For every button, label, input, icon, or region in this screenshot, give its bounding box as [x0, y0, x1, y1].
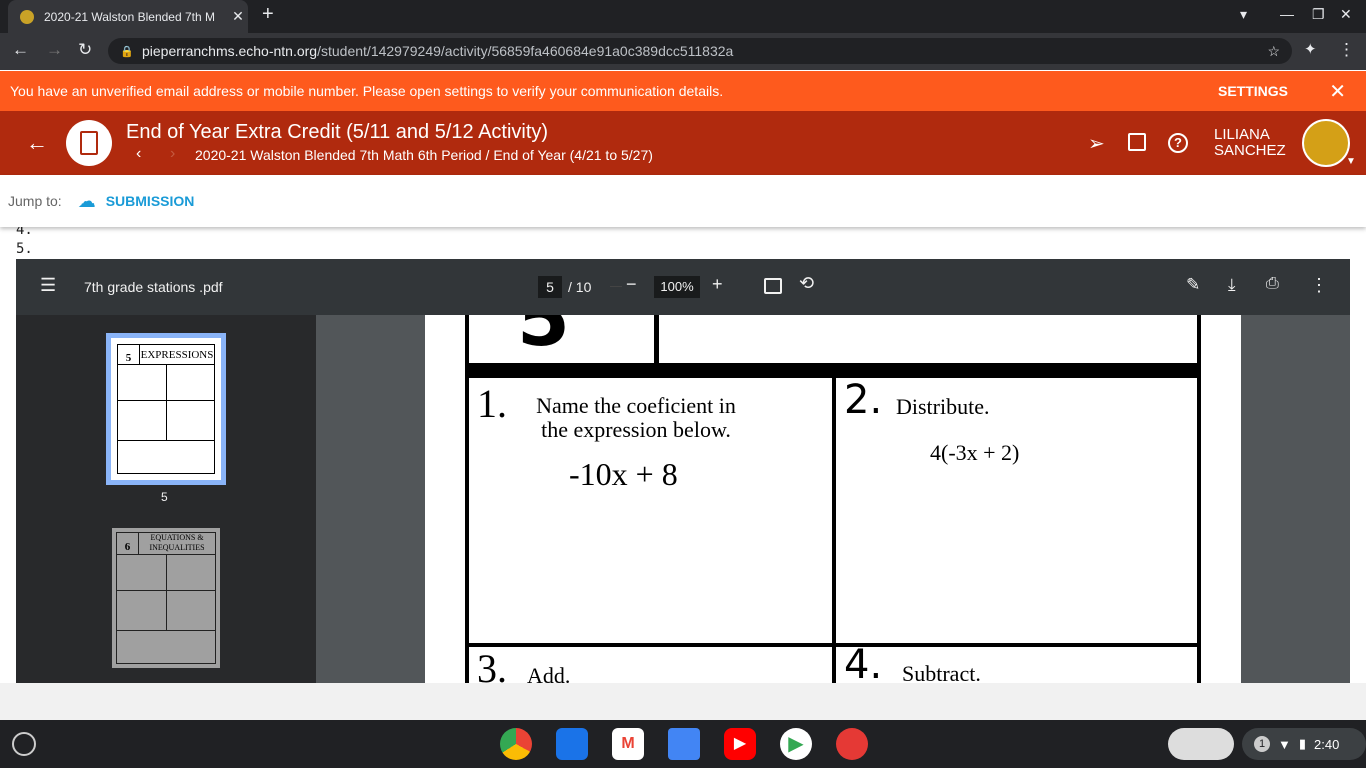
back-icon[interactable]: ←	[12, 40, 29, 60]
user-first-name: LILIANA	[1214, 126, 1270, 143]
gmail-icon[interactable]: M	[612, 728, 644, 760]
question-text: Distribute.	[896, 394, 990, 419]
thumbnail-page-6[interactable]: 6 EQUATIONS & INEQUALITIES	[112, 528, 220, 668]
close-window-icon[interactable]: ✕	[1340, 6, 1352, 23]
bookmark-star-icon[interactable]: ☆	[1267, 43, 1280, 60]
holding-space-icon[interactable]	[1168, 728, 1234, 760]
zoom-in-icon[interactable]: +	[712, 274, 723, 295]
page-bottom	[0, 683, 1366, 720]
fit-page-icon[interactable]	[764, 278, 782, 294]
pdf-toolbar: ☰ 7th grade stations .pdf 5 / 10 − 100% …	[16, 259, 1350, 315]
thumbnail-page-5[interactable]: 5 EXPRESSIONS	[106, 333, 226, 485]
question-3-box: 3. Add.	[465, 643, 836, 683]
question-expression: -10x + 8	[569, 456, 678, 492]
new-tab-button[interactable]: +	[262, 3, 274, 26]
jump-to-label: Jump to:	[8, 193, 62, 209]
close-banner-icon[interactable]: ✕	[1329, 79, 1346, 104]
list-number: 5.	[16, 241, 33, 257]
notes-icon[interactable]	[1128, 133, 1146, 151]
status-tray[interactable]: 1 ▼ ▮ 2:40	[1242, 728, 1366, 760]
notification-count: 1	[1254, 736, 1270, 752]
url-path: /student/142979249/activity/56859fa46068…	[317, 43, 734, 59]
question-text: Subtract.	[902, 661, 981, 683]
files-icon[interactable]	[556, 728, 588, 760]
chrome-icon[interactable]	[500, 728, 532, 760]
address-bar[interactable]: 🔒 pieperranchms.echo-ntn.org/student/1429…	[108, 38, 1292, 64]
menu-icon[interactable]: ⋮	[1338, 40, 1355, 60]
user-name[interactable]: LILIANA SANCHEZ	[1214, 127, 1286, 159]
play-store-icon[interactable]: ▶	[780, 728, 812, 760]
thumb-station: 6	[117, 533, 139, 554]
help-icon[interactable]: ?	[1168, 133, 1188, 153]
minimize-icon[interactable]: —	[1280, 6, 1294, 22]
user-last-name: SANCHEZ	[1214, 142, 1286, 159]
question-1-box: 1. Name the coeficient in the expression…	[465, 374, 836, 647]
question-number: 4.	[844, 642, 883, 683]
favicon-icon	[20, 9, 34, 24]
jump-to-bar: Jump to: ☁ SUBMISSION	[0, 175, 1366, 227]
question-number: 1.	[477, 381, 507, 426]
settings-link[interactable]: SETTINGS	[1218, 83, 1288, 99]
user-menu-caret-icon[interactable]: ▼	[1346, 156, 1356, 167]
station-title-box	[655, 315, 1201, 367]
question-2-box: 2. Distribute. 4(-3x + 2)	[832, 374, 1201, 647]
extensions-icon[interactable]: ✦	[1304, 40, 1317, 58]
thumb-title: EQUATIONS & INEQUALITIES	[149, 533, 205, 552]
thumbnail-label: 5	[161, 490, 168, 504]
next-activity-icon[interactable]: ›	[170, 145, 175, 163]
page-number-input[interactable]: 5	[538, 276, 562, 298]
pdf-viewer: ☰ 7th grade stations .pdf 5 / 10 − 100% …	[16, 259, 1350, 683]
pdf-filename: 7th grade stations .pdf	[84, 279, 223, 295]
station-number-box: 5	[465, 315, 657, 367]
wifi-icon: ▼	[1278, 736, 1291, 752]
rotate-icon[interactable]: ⟲	[799, 273, 814, 294]
thumb-title: EXPRESSIONS	[140, 349, 214, 361]
url-host: pieperranchms.echo-ntn.org	[142, 43, 318, 59]
restore-icon[interactable]: ❐	[1312, 6, 1325, 23]
forward-icon[interactable]: →	[46, 40, 63, 60]
clock: 2:40	[1314, 736, 1340, 752]
close-tab-icon[interactable]: ✕	[228, 8, 248, 25]
tab-search-icon[interactable]: ▾	[1240, 6, 1247, 23]
question-4-box: 4. Subtract.	[832, 643, 1201, 683]
breadcrumb[interactable]: 2020-21 Walston Blended 7th Math 6th Per…	[195, 147, 653, 163]
avatar[interactable]	[1302, 119, 1350, 167]
battery-icon: ▮	[1298, 736, 1307, 751]
more-options-icon[interactable]: ⋮	[1310, 275, 1328, 296]
prev-activity-icon[interactable]: ‹	[136, 145, 141, 163]
docs-icon[interactable]	[668, 728, 700, 760]
page-total: / 10	[568, 279, 592, 295]
zoom-input[interactable]: 100%	[654, 276, 700, 298]
download-icon[interactable]: ⤓	[1228, 275, 1236, 295]
question-expression: 4(-3x + 2)	[930, 440, 1020, 465]
back-arrow-icon[interactable]: ←	[26, 130, 48, 156]
cloud-upload-icon: ☁	[77, 190, 96, 211]
edit-pencil-icon[interactable]: ✎	[1186, 275, 1200, 295]
gallery-icon[interactable]	[836, 728, 868, 760]
verification-banner: You have an unverified email address or …	[0, 71, 1366, 111]
question-number: 2.	[844, 377, 883, 423]
submission-link[interactable]: SUBMISSION	[106, 193, 195, 209]
zoom-out-icon[interactable]: −	[626, 274, 637, 295]
lock-icon: 🔒	[120, 45, 134, 58]
tab-title: 2020-21 Walston Blended 7th M	[44, 9, 215, 24]
question-number: 3.	[477, 646, 507, 684]
hamburger-menu-icon[interactable]: ☰	[40, 275, 56, 296]
send-icon[interactable]: ➢	[1088, 131, 1105, 156]
question-text: Name the coeficient in the expression be…	[536, 393, 736, 442]
activity-icon	[66, 120, 112, 166]
banner-message: You have an unverified email address or …	[10, 83, 724, 99]
print-icon[interactable]: ⎙	[1266, 275, 1279, 293]
page-title: End of Year Extra Credit (5/11 and 5/12 …	[126, 121, 549, 143]
youtube-icon[interactable]: ▶	[724, 728, 756, 760]
thumbnail-sidebar: 5 EXPRESSIONS 5 6 EQUATIONS & INEQUALITIES	[16, 315, 316, 683]
question-text: Add.	[527, 663, 571, 683]
pdf-page: 5 1. Name the coeficient in the expressi…	[425, 315, 1241, 683]
reload-icon[interactable]: ↻	[78, 40, 92, 60]
browser-tab[interactable]: 2020-21 Walston Blended 7th M ✕	[8, 0, 248, 33]
station-number: 5	[517, 315, 570, 363]
thumb-station: 5	[118, 345, 140, 364]
launcher-icon[interactable]	[12, 732, 36, 756]
